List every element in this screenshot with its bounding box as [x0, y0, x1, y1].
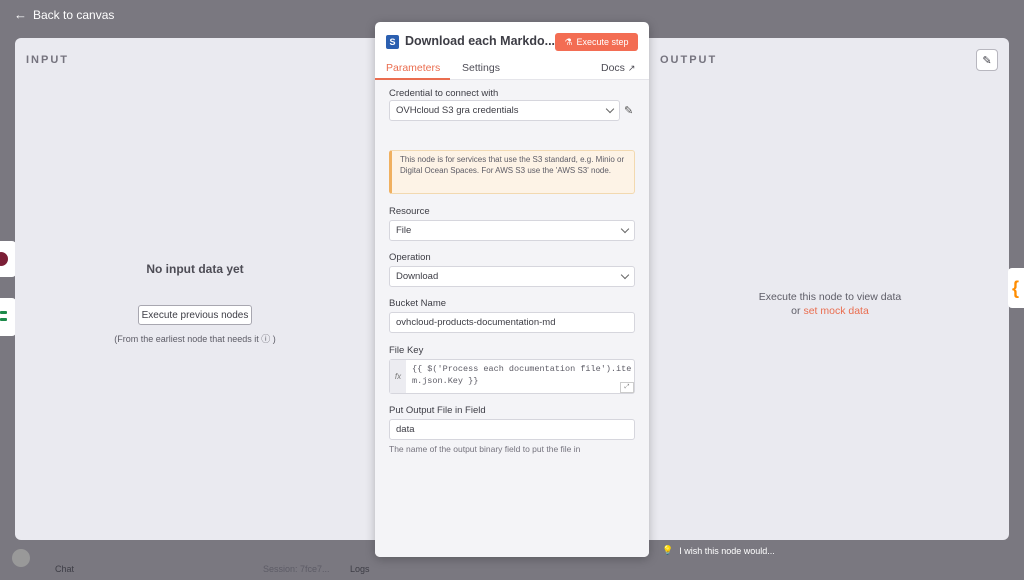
- parameters-form: Credential to connect with OVHcloud S3 g…: [375, 80, 649, 557]
- expand-icon[interactable]: ⤢: [620, 382, 634, 393]
- file-key-expression-input[interactable]: fx {{ $('Process each documentation file…: [389, 359, 635, 394]
- arrow-left-icon: ←: [14, 7, 27, 22]
- edit-credential-icon[interactable]: ✎: [624, 104, 633, 117]
- tab-parameters[interactable]: Parameters: [386, 62, 440, 74]
- credential-select[interactable]: OVHcloud S3 gra credentials: [389, 100, 620, 121]
- modal-tabs: Parameters Settings Docs ↗: [375, 62, 649, 80]
- node-bar-icon: [0, 318, 7, 321]
- s3-node-icon: S: [386, 35, 399, 49]
- execute-step-label: Execute step: [576, 37, 629, 47]
- chat-tab[interactable]: Chat: [55, 564, 74, 574]
- credential-label: Credential to connect with: [389, 88, 499, 99]
- output-field-input[interactable]: data: [389, 419, 635, 440]
- earliest-node-note: (From the earliest node that needs it ⓘ …: [114, 334, 276, 344]
- code-braces-icon: {: [1012, 278, 1020, 298]
- node-bar-icon: [0, 311, 7, 314]
- output-field-value: data: [396, 424, 415, 435]
- node-status-icon: [0, 252, 8, 266]
- resource-value: File: [396, 225, 412, 236]
- side-node-peek-right: {: [1008, 268, 1024, 308]
- pencil-icon: ✎: [982, 54, 992, 67]
- session-label: Session: 7fce7...: [263, 564, 330, 574]
- s3-notice: This node is for services that use the S…: [389, 150, 635, 194]
- feedback-prompt[interactable]: 💡 I wish this node would...: [662, 545, 775, 556]
- operation-select[interactable]: Download: [389, 266, 635, 287]
- bottom-bar: Chat Session: 7fce7... Logs: [0, 558, 1024, 580]
- bucket-name-value: ovhcloud-products-documentation-md: [396, 317, 556, 328]
- execute-step-button[interactable]: ⚗ Execute step: [555, 33, 638, 51]
- docs-label: Docs: [601, 62, 625, 74]
- feedback-text: I wish this node would...: [679, 545, 775, 556]
- fx-icon: fx: [390, 360, 406, 393]
- bucket-name-label: Bucket Name: [389, 298, 447, 309]
- set-mock-data-link[interactable]: set mock data: [803, 305, 868, 317]
- input-panel-title: INPUT: [26, 54, 69, 66]
- resource-label: Resource: [389, 206, 430, 217]
- side-node-peek-left-1: [0, 241, 16, 277]
- lightbulb-icon: 💡: [662, 545, 674, 555]
- file-key-expression: {{ $('Process each documentation file').…: [412, 364, 632, 386]
- side-node-peek-left-2: [0, 298, 16, 336]
- chevron-down-icon: [620, 270, 630, 280]
- edit-output-button[interactable]: ✎: [976, 49, 998, 71]
- back-to-canvas-link[interactable]: ← Back to canvas: [14, 7, 114, 22]
- no-input-title: No input data yet: [146, 262, 244, 276]
- execute-previous-nodes-button[interactable]: Execute previous nodes: [138, 305, 252, 325]
- chevron-down-icon: [605, 104, 615, 114]
- modal-header: S Download each Markdo... ⚗ Execute step: [375, 22, 649, 62]
- output-panel-title: OUTPUT: [660, 54, 718, 66]
- file-key-label: File Key: [389, 345, 424, 356]
- credential-value: OVHcloud S3 gra credentials: [396, 105, 519, 116]
- output-execute-text: Execute this node to view data: [758, 291, 902, 303]
- back-to-canvas-label: Back to canvas: [33, 7, 115, 22]
- flask-icon: ⚗: [564, 36, 573, 47]
- node-settings-modal: S Download each Markdo... ⚗ Execute step…: [375, 22, 649, 557]
- external-link-icon: ↗: [627, 63, 636, 73]
- output-field-hint: The name of the output binary field to p…: [389, 444, 581, 454]
- output-empty-message: Execute this node to view data or set mo…: [650, 290, 1010, 318]
- resource-select[interactable]: File: [389, 220, 635, 241]
- operation-label: Operation: [389, 252, 431, 263]
- output-or-text: or: [791, 305, 801, 317]
- bucket-name-input[interactable]: ovhcloud-products-documentation-md: [389, 312, 635, 333]
- tab-settings[interactable]: Settings: [462, 62, 500, 74]
- logs-tab[interactable]: Logs: [350, 564, 370, 574]
- tab-docs[interactable]: Docs ↗: [601, 62, 635, 74]
- node-title[interactable]: Download each Markdo...: [405, 34, 555, 48]
- output-field-label: Put Output File in Field: [389, 405, 486, 416]
- chevron-down-icon: [620, 224, 630, 234]
- operation-value: Download: [396, 271, 439, 282]
